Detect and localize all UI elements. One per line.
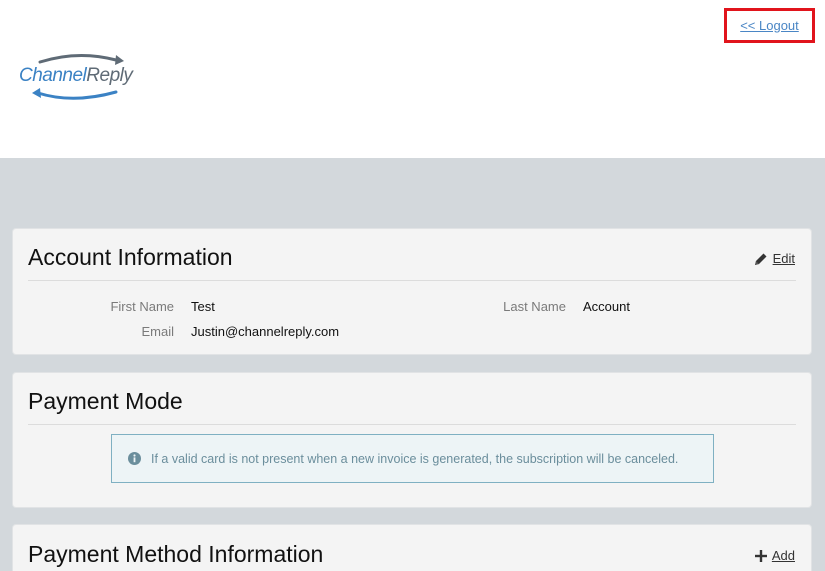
page-header: ChannelReply << Logout [0, 0, 825, 158]
logout-link[interactable]: << Logout [740, 18, 799, 33]
channelreply-logo: ChannelReply [18, 52, 148, 104]
cancellation-info-alert: If a valid card is not present when a ne… [111, 434, 714, 483]
payment-mode-title: Payment Mode [28, 388, 183, 414]
payment-method-title: Payment Method Information [28, 541, 324, 567]
add-payment-method-label: Add [771, 548, 795, 563]
payment-mode-card: Payment Mode If a valid card is not pres… [12, 372, 812, 508]
plus-icon [754, 549, 767, 562]
logo-wordmark: ChannelReply [19, 65, 133, 87]
last-name-value: Account [583, 299, 630, 314]
edit-account-label: Edit [772, 251, 795, 266]
email-label: Email [141, 324, 174, 339]
edit-account-button[interactable]: Edit [754, 251, 795, 266]
email-value: Justin@channelreply.com [191, 324, 340, 339]
last-name-label: Last Name [503, 299, 566, 314]
payment-mode-divider [28, 424, 796, 425]
first-name-value: Test [191, 299, 215, 314]
add-payment-method-button[interactable]: Add [754, 548, 795, 563]
account-title-divider [28, 280, 796, 281]
cancellation-info-text: If a valid card is not present when a ne… [151, 451, 679, 466]
account-information-title: Account Information [28, 244, 233, 270]
first-name-label: First Name [110, 299, 174, 314]
logo-text-reply: Reply [86, 65, 133, 86]
account-information-card: Account Information Edit First Name Test… [12, 228, 812, 355]
pencil-icon [754, 253, 767, 265]
payment-method-card: Payment Method Information Add [12, 524, 812, 571]
logout-highlight-box: << Logout [724, 8, 815, 43]
logo-text-channel: Channel [19, 65, 87, 86]
info-icon [128, 452, 141, 465]
